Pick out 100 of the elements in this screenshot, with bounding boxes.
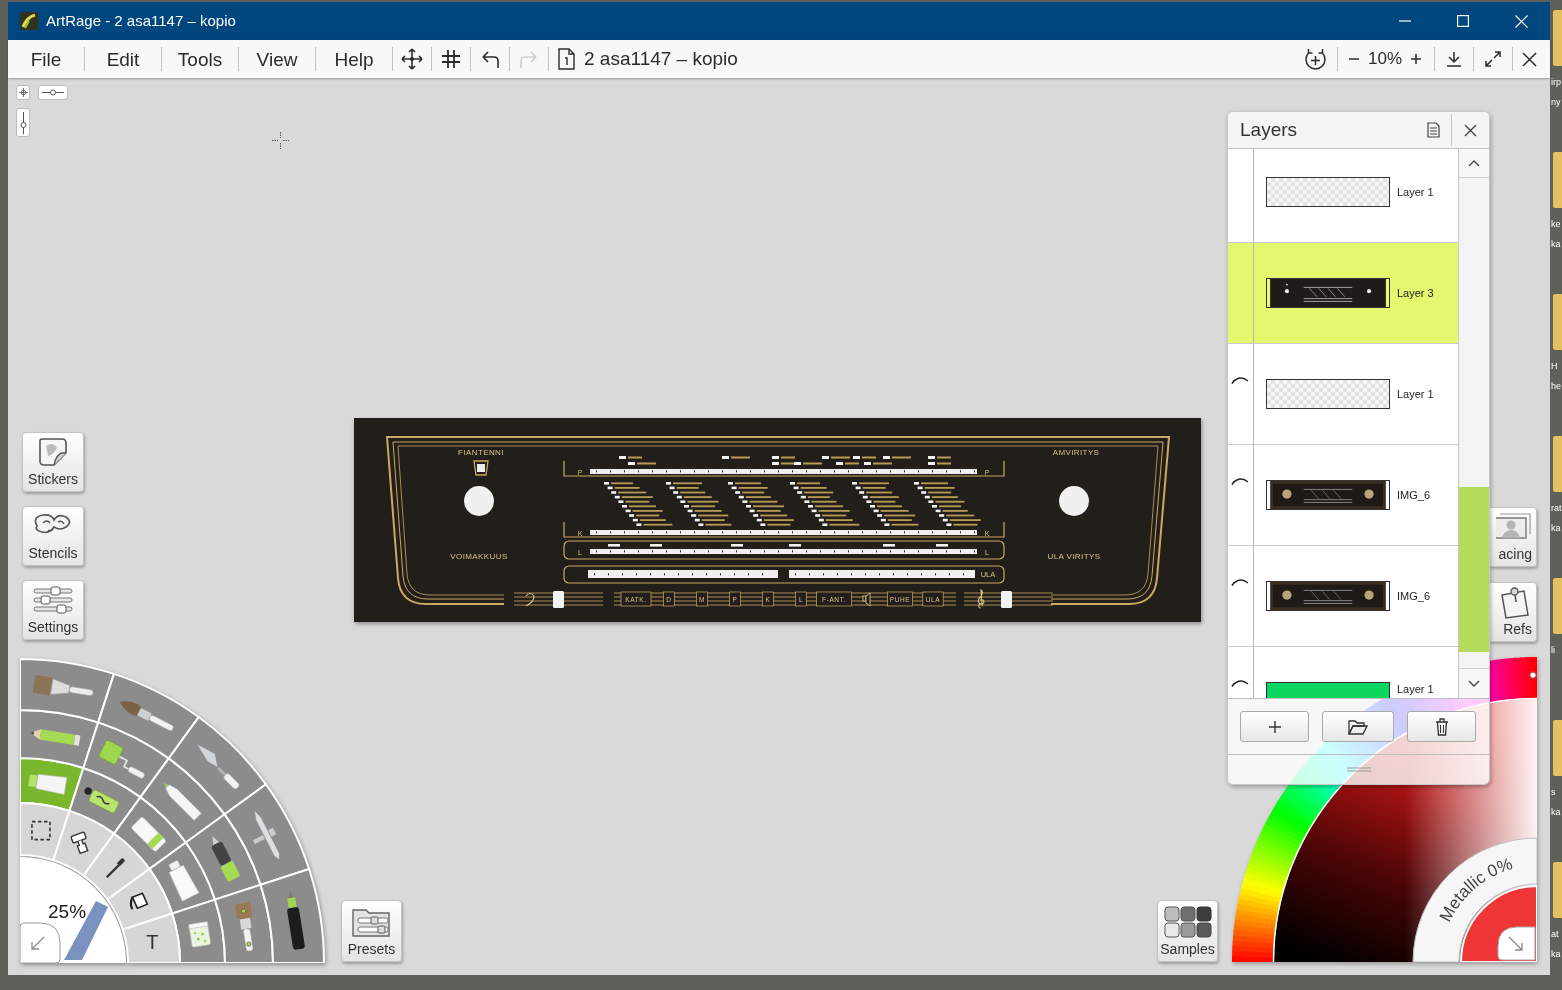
maximize-icon xyxy=(1457,15,1469,27)
tool-button[interactable]: T xyxy=(121,912,181,963)
icon-label: ke xyxy=(1551,218,1562,231)
slider-button[interactable] xyxy=(16,108,30,137)
icon-label: at xyxy=(1551,928,1560,941)
scroll-up-button[interactable] xyxy=(1459,149,1489,178)
visibility-toggle[interactable] xyxy=(1228,546,1254,646)
icon-label: he xyxy=(1551,380,1562,393)
arrow-icon xyxy=(31,936,45,950)
icon-label: li xyxy=(1551,644,1556,657)
dial-label: VOIMAKKUUS xyxy=(450,552,508,561)
eraser-icon xyxy=(130,816,167,853)
collapse-button[interactable] xyxy=(20,922,61,963)
slider-icon xyxy=(19,111,27,134)
brush-size-label: 25% xyxy=(48,901,87,922)
resize-grip-icon[interactable] xyxy=(1346,767,1371,772)
tool-button[interactable] xyxy=(82,832,151,901)
selection-icon xyxy=(31,820,51,841)
icon-label: irp xyxy=(1551,76,1562,89)
pencil-icon xyxy=(30,729,81,746)
presets-button[interactable]: Presets xyxy=(341,900,402,962)
crosshair-icon xyxy=(18,88,28,97)
scrollbar-thumb[interactable] xyxy=(1459,487,1489,652)
dial-knob xyxy=(1059,486,1089,516)
menu-item[interactable]: View xyxy=(239,44,315,74)
settings-button[interactable]: Settings xyxy=(22,580,84,640)
speaker-icon xyxy=(862,592,871,607)
pen-icon xyxy=(210,836,241,883)
paint-bucket-icon xyxy=(129,892,149,910)
menu-item[interactable]: File xyxy=(8,44,84,74)
delete-layer-button[interactable] xyxy=(1407,711,1476,742)
minimize-icon xyxy=(1399,20,1411,22)
close-icon xyxy=(1522,51,1537,67)
expand-icon xyxy=(1485,51,1501,67)
layer-row[interactable]: Layer 1 xyxy=(1228,149,1458,243)
layer-row[interactable]: IMG_6 xyxy=(1228,445,1458,546)
layer-row[interactable]: Layer 1 xyxy=(1228,344,1458,445)
brush-icon xyxy=(234,902,254,952)
stencils-button[interactable]: Stencils xyxy=(22,506,84,566)
icon-label: ka xyxy=(1551,948,1562,961)
folder-icon xyxy=(350,906,393,938)
samples-button[interactable]: Samples xyxy=(1157,900,1218,962)
slider-button[interactable] xyxy=(38,85,68,100)
hue-marker-icon[interactable] xyxy=(1529,671,1537,679)
tracing-button[interactable]: acing xyxy=(1490,507,1537,567)
download-icon xyxy=(1446,51,1462,67)
menu-item[interactable]: Help xyxy=(316,44,392,74)
palette-knife-icon xyxy=(196,743,241,791)
add-layer-button[interactable] xyxy=(1240,711,1309,742)
icon-label: ka xyxy=(1551,806,1562,819)
undo-icon xyxy=(479,48,501,70)
app-icon xyxy=(20,12,38,30)
layer-name: IMG_6 xyxy=(1397,488,1430,502)
list-icon xyxy=(1426,122,1440,138)
visibility-toggle[interactable] xyxy=(1228,445,1254,545)
add-group-button[interactable] xyxy=(1322,711,1394,742)
icon-label: rat xyxy=(1551,502,1562,515)
glitter-jar-icon xyxy=(188,921,212,948)
layer-row[interactable]: IMG_6 xyxy=(1228,546,1458,647)
closed-eye-icon xyxy=(1231,476,1249,485)
slider-knob xyxy=(1001,591,1012,608)
ink-pen-icon xyxy=(286,889,306,951)
layer-name: Layer 1 xyxy=(1397,387,1434,401)
scroll-down-button[interactable] xyxy=(1459,668,1489,698)
spray-can-icon xyxy=(84,787,120,815)
visibility-toggle[interactable] xyxy=(1228,344,1254,444)
swatch-grid-icon xyxy=(1163,906,1212,938)
icon-label: ny xyxy=(1551,96,1562,109)
icon-label: H xyxy=(1551,360,1559,373)
sticker-icon xyxy=(37,437,69,467)
redo-icon xyxy=(518,48,540,70)
icon-label: ka xyxy=(1551,238,1562,251)
plus-icon xyxy=(1410,53,1422,65)
trash-icon xyxy=(1434,717,1449,736)
close-icon xyxy=(1514,14,1528,28)
layer-row[interactable]: Layer 3 xyxy=(1228,243,1458,344)
grid-icon xyxy=(440,48,462,70)
canvas-area[interactable] xyxy=(8,78,1550,975)
slider-icon xyxy=(42,89,64,96)
layer-name: Layer 1 xyxy=(1397,185,1434,199)
arrow-icon xyxy=(1508,936,1523,951)
metallic-ring[interactable] xyxy=(1412,837,1537,962)
dial-label: ULA VIRITYS xyxy=(1047,552,1101,561)
stickers-button[interactable]: Stickers xyxy=(22,432,84,492)
tool-button[interactable] xyxy=(259,868,325,963)
close-icon xyxy=(1464,123,1477,137)
layer-name: IMG_6 xyxy=(1397,589,1430,603)
treble-clef-icon xyxy=(977,589,985,609)
move-icon xyxy=(401,48,423,70)
refs-button[interactable]: Refs xyxy=(1490,582,1537,642)
menu-item[interactable]: Tools xyxy=(162,44,238,74)
chevron-up-icon xyxy=(1468,159,1480,167)
airbrush-icon xyxy=(252,809,280,861)
crosshair-button[interactable] xyxy=(16,85,30,100)
dial-knob xyxy=(464,486,494,516)
crosshair-cursor-icon xyxy=(272,132,289,149)
collapse-button[interactable] xyxy=(1497,926,1536,961)
menu-item[interactable]: Edit xyxy=(85,44,161,74)
window-title: ArtRage - 2 asa1147 – kopio xyxy=(46,10,236,31)
paint-roller-icon xyxy=(97,739,146,780)
